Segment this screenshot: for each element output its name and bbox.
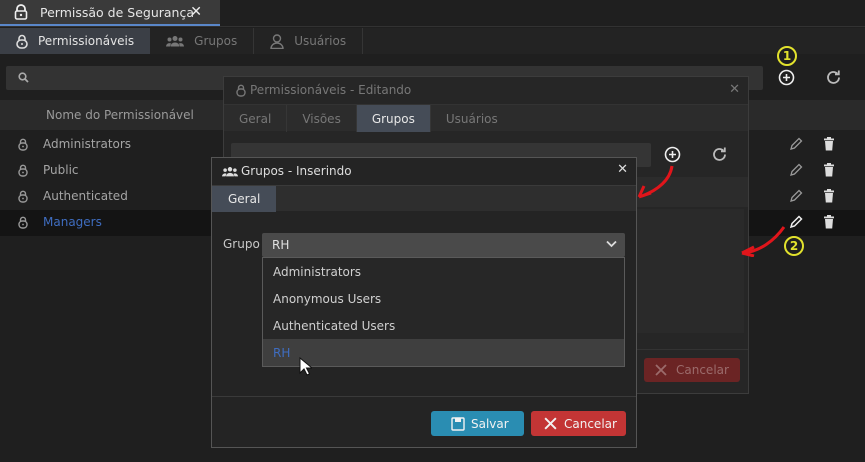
lock-icon bbox=[18, 216, 28, 229]
close-icon[interactable]: ✕ bbox=[190, 4, 202, 20]
add-group-button[interactable] bbox=[664, 146, 681, 163]
row-name: Administrators bbox=[43, 137, 132, 151]
trash-icon[interactable] bbox=[823, 137, 835, 151]
group-select[interactable]: RH bbox=[262, 233, 625, 257]
tab-grupos[interactable]: Grupos bbox=[356, 105, 431, 132]
x-icon bbox=[654, 363, 668, 377]
tab-visoes[interactable]: Visões bbox=[287, 105, 357, 132]
user-icon bbox=[270, 33, 284, 49]
group-field-label: Grupo bbox=[223, 237, 260, 251]
insert-dialog-tabs: Geral bbox=[212, 185, 636, 212]
dialog-title: Permissionáveis - Editando bbox=[236, 83, 411, 97]
save-button[interactable]: Salvar bbox=[431, 411, 524, 436]
tab-permissionaveis[interactable]: Permissionáveis bbox=[0, 28, 151, 54]
divider bbox=[0, 26, 865, 27]
main-tab-bar: Permissionáveis Grupos Usuários bbox=[0, 28, 865, 54]
chevron-down-icon bbox=[606, 240, 617, 248]
tab-usuarios[interactable]: Usuários bbox=[431, 105, 513, 132]
lock-icon bbox=[16, 34, 28, 49]
group-select-value: RH bbox=[272, 238, 290, 252]
refresh-button[interactable] bbox=[711, 146, 728, 163]
group-options-list: Administrators Anonymous Users Authentic… bbox=[262, 257, 625, 367]
cancel-label: Cancelar bbox=[676, 363, 729, 377]
cancel-label: Cancelar bbox=[564, 416, 617, 431]
edit-pencil-icon[interactable] bbox=[789, 189, 803, 203]
option-item[interactable]: Administrators bbox=[263, 258, 624, 285]
option-item[interactable]: Anonymous Users bbox=[263, 285, 624, 312]
lock-icon bbox=[14, 4, 28, 20]
edit-dialog-tabs: Geral Visões Grupos Usuários bbox=[224, 104, 748, 132]
lock-icon bbox=[18, 164, 28, 177]
refresh-icon bbox=[825, 69, 842, 86]
tab-geral[interactable]: Geral bbox=[212, 186, 277, 212]
window-tab-title: Permissão de Segurança bbox=[40, 4, 194, 20]
column-header-name: Nome do Permissionável bbox=[46, 108, 194, 122]
tab-geral[interactable]: Geral bbox=[224, 105, 288, 132]
dialog-title: Grupos - Inserindo bbox=[222, 164, 352, 178]
lock-icon bbox=[18, 190, 28, 203]
tab-grupos[interactable]: Grupos bbox=[150, 28, 255, 54]
search-icon bbox=[18, 72, 29, 83]
refresh-icon bbox=[711, 146, 728, 163]
cancel-button[interactable]: Cancelar bbox=[531, 411, 626, 436]
tab-usuarios[interactable]: Usuários bbox=[254, 28, 364, 54]
trash-icon[interactable] bbox=[823, 215, 835, 229]
save-icon bbox=[451, 416, 465, 431]
close-icon[interactable]: ✕ bbox=[617, 162, 628, 177]
annotation-badge-1: 1 bbox=[777, 46, 797, 66]
mouse-cursor-icon bbox=[299, 357, 312, 376]
option-item[interactable]: Authenticated Users bbox=[263, 312, 624, 339]
row-name: Managers bbox=[43, 215, 102, 229]
insert-group-dialog: Grupos - Inserindo ✕ Geral Grupo RH Admi… bbox=[211, 157, 637, 448]
annotation-arrow-icon bbox=[636, 162, 676, 200]
dialog-title-text: Permissionáveis - Editando bbox=[250, 83, 412, 97]
tab-label: Usuários bbox=[294, 34, 347, 48]
cancel-button[interactable]: Cancelar bbox=[644, 358, 740, 382]
tab-label: Grupos bbox=[194, 34, 238, 48]
option-item-highlighted[interactable]: RH bbox=[263, 339, 624, 366]
trash-icon[interactable] bbox=[823, 163, 835, 177]
refresh-button[interactable] bbox=[825, 69, 842, 86]
edit-pencil-icon[interactable] bbox=[789, 163, 803, 177]
lock-icon bbox=[236, 84, 246, 97]
edit-pencil-icon[interactable] bbox=[789, 215, 803, 229]
close-icon[interactable]: ✕ bbox=[729, 82, 740, 97]
save-label: Salvar bbox=[471, 416, 509, 431]
row-name: Authenticated bbox=[43, 189, 128, 203]
x-icon bbox=[543, 416, 558, 431]
lock-icon bbox=[18, 138, 28, 151]
row-name: Public bbox=[43, 163, 79, 177]
edit-pencil-icon[interactable] bbox=[789, 137, 803, 151]
dialog-title-text: Grupos - Inserindo bbox=[241, 164, 352, 178]
annotation-arrow-icon bbox=[738, 223, 788, 257]
add-button[interactable] bbox=[778, 69, 795, 86]
plus-circle-icon bbox=[778, 69, 795, 86]
users-icon bbox=[166, 35, 185, 47]
trash-icon[interactable] bbox=[823, 189, 835, 203]
window-tab[interactable]: Permissão de Segurança ✕ bbox=[0, 0, 220, 26]
plus-circle-icon bbox=[664, 146, 681, 163]
tab-label: Permissionáveis bbox=[38, 34, 135, 48]
divider bbox=[212, 396, 636, 397]
users-icon bbox=[222, 166, 238, 177]
